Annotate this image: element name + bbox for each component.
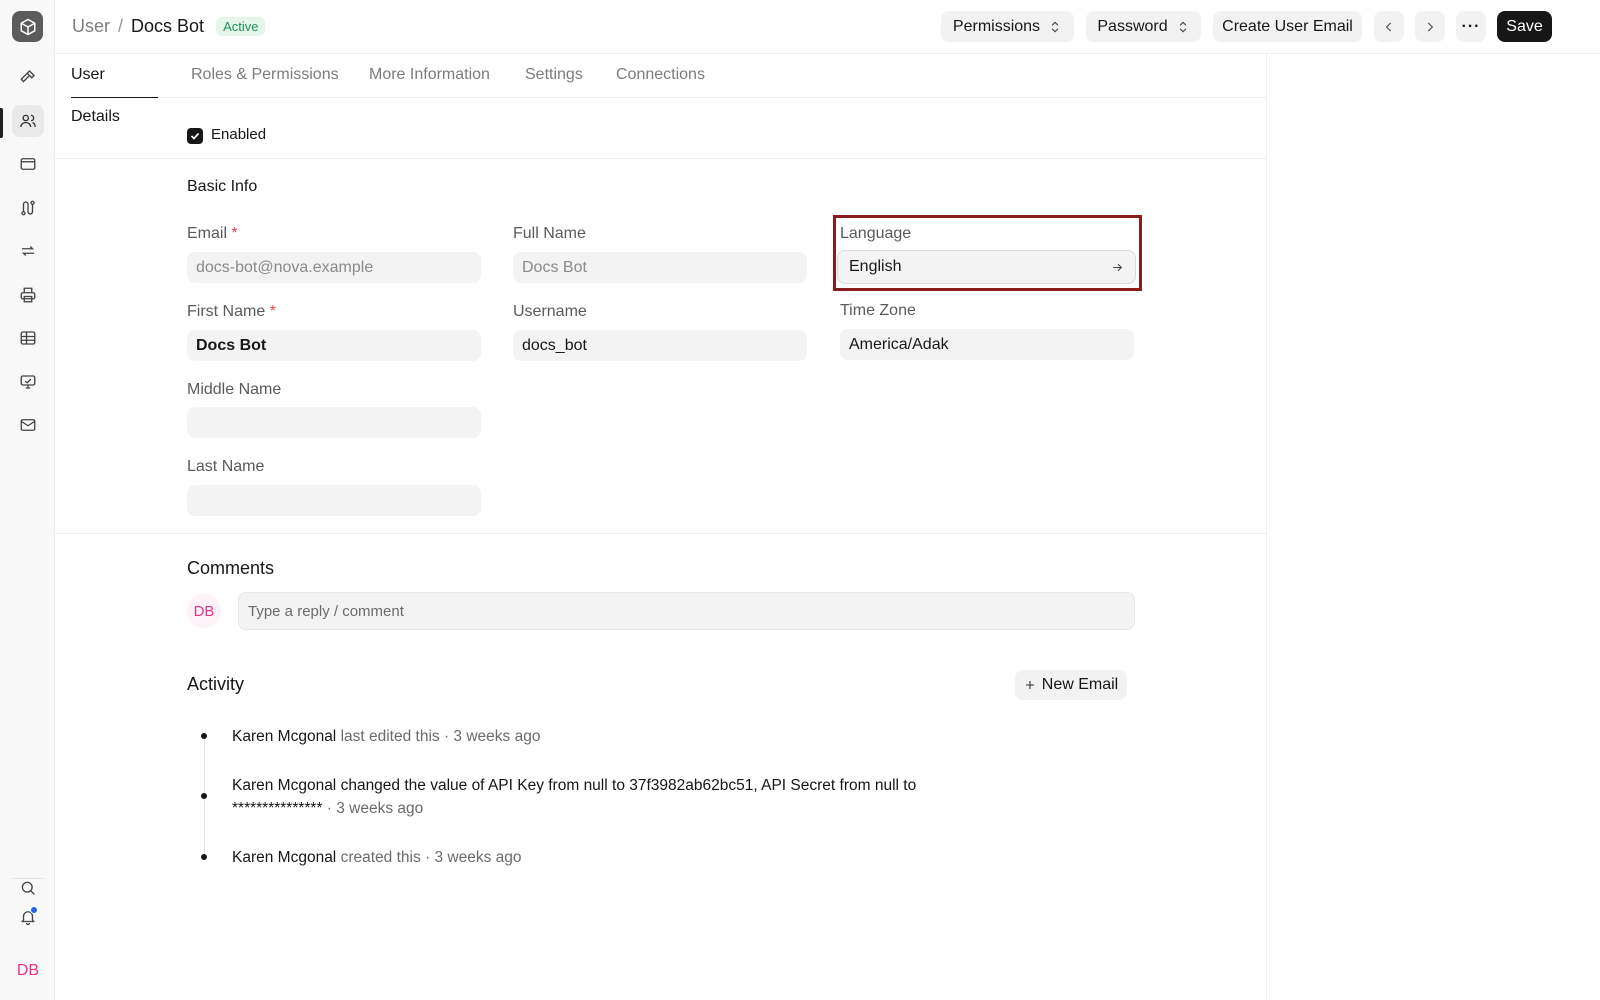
activity-item: Karen Mcgonal changed the value of API K…	[232, 777, 917, 817]
enabled-label: Enabled	[211, 126, 267, 143]
time-zone-field[interactable]: America/Adak	[840, 329, 1134, 360]
sync-icon[interactable]	[12, 235, 44, 267]
tab-more-information[interactable]: More Information	[369, 54, 490, 98]
page-header: User / Docs Bot Active Permissions Passw…	[55, 0, 1600, 54]
tab-roles-permissions[interactable]: Roles & Permissions	[191, 54, 339, 98]
browser-icon[interactable]	[12, 148, 44, 180]
language-label: Language	[840, 225, 912, 242]
timeline-dot	[201, 733, 207, 739]
breadcrumb-parent[interactable]: User	[72, 16, 110, 37]
last-name-field[interactable]	[187, 485, 481, 516]
last-name-label: Last Name	[187, 458, 265, 475]
app-logo-icon[interactable]	[12, 11, 43, 42]
new-email-button[interactable]: New Email	[1015, 670, 1127, 700]
users-icon[interactable]	[12, 105, 44, 137]
search-icon[interactable]	[12, 872, 44, 904]
more-options-button[interactable]: ···	[1456, 11, 1486, 42]
timeline-dot	[201, 793, 207, 799]
full-name-label: Full Name	[513, 225, 586, 242]
check-icon	[190, 132, 200, 140]
activity-title: Activity	[187, 674, 245, 694]
middle-name-label: Middle Name	[187, 381, 282, 398]
breadcrumb: User / Docs Bot Active	[72, 16, 266, 37]
time-zone-label: Time Zone	[840, 302, 916, 319]
section-divider	[55, 158, 1267, 159]
mail-icon[interactable]	[12, 409, 44, 441]
bell-icon[interactable]	[12, 901, 44, 933]
section-title-basic-info: Basic Info	[187, 178, 258, 195]
activity-item: Karen Mcgonal created this · 3 weeks ago	[232, 849, 522, 866]
user-avatar[interactable]: DB	[12, 955, 44, 987]
enabled-checkbox[interactable]	[187, 128, 203, 144]
active-nav-marker	[0, 108, 3, 138]
username-label: Username	[513, 303, 587, 320]
language-field[interactable]: English	[837, 250, 1136, 284]
table-icon[interactable]	[12, 322, 44, 354]
full-name-field[interactable]: Docs Bot	[513, 252, 807, 283]
middle-name-field[interactable]	[187, 407, 481, 438]
printer-icon[interactable]	[12, 279, 44, 311]
section-divider	[55, 533, 1267, 534]
plus-icon	[1025, 681, 1034, 689]
previous-button[interactable]	[1374, 11, 1404, 42]
permissions-dropdown[interactable]: Permissions	[941, 11, 1074, 42]
monitor-icon[interactable]	[12, 366, 44, 398]
chevron-up-down-icon	[1051, 21, 1059, 32]
create-user-email-button[interactable]: Create User Email	[1213, 11, 1362, 42]
password-dropdown[interactable]: Password	[1086, 11, 1201, 42]
tab-bar: User Details Roles & Permissions More In…	[71, 54, 1267, 125]
activity-item: Karen Mcgonal last edited this · 3 weeks…	[232, 728, 541, 745]
activity-actor[interactable]: Karen Mcgonal	[232, 728, 336, 745]
activity-actor[interactable]: Karen Mcgonal	[232, 849, 336, 866]
save-button[interactable]: Save	[1497, 11, 1552, 42]
tab-connections[interactable]: Connections	[616, 54, 705, 98]
arrow-right-icon[interactable]	[1111, 261, 1124, 274]
status-badge: Active	[216, 17, 266, 36]
permissions-label: Permissions	[952, 17, 1041, 35]
activity-actor[interactable]: Karen Mcgonal	[232, 777, 336, 794]
timeline-dot	[201, 854, 207, 860]
chevron-right-icon	[1427, 22, 1434, 31]
first-name-field[interactable]: Docs Bot	[187, 330, 481, 361]
language-value: English	[849, 258, 902, 275]
sidebar: DB	[0, 0, 55, 1000]
email-label: Email *	[187, 225, 238, 242]
password-label: Password	[1097, 17, 1168, 35]
tab-user-details[interactable]: User Details	[71, 54, 158, 125]
hammer-icon[interactable]	[12, 61, 44, 93]
tab-settings[interactable]: Settings	[525, 54, 583, 98]
email-field[interactable]: docs-bot@nova.example	[187, 252, 481, 283]
username-field[interactable]: docs_bot	[513, 330, 807, 361]
chevron-left-icon	[1385, 22, 1392, 31]
route-icon[interactable]	[12, 192, 44, 224]
next-button[interactable]	[1415, 11, 1445, 42]
side-panel-divider	[1266, 54, 1267, 1000]
breadcrumb-separator: /	[118, 16, 124, 36]
chevron-up-down-icon	[1179, 21, 1186, 32]
page-title: Docs Bot	[131, 16, 205, 36]
comment-avatar: DB	[187, 594, 221, 628]
new-email-label: New Email	[1041, 676, 1119, 693]
comments-title: Comments	[187, 558, 275, 578]
comment-input[interactable]: Type a reply / comment	[238, 592, 1135, 630]
notification-dot	[30, 906, 38, 914]
first-name-label: First Name *	[187, 303, 276, 320]
